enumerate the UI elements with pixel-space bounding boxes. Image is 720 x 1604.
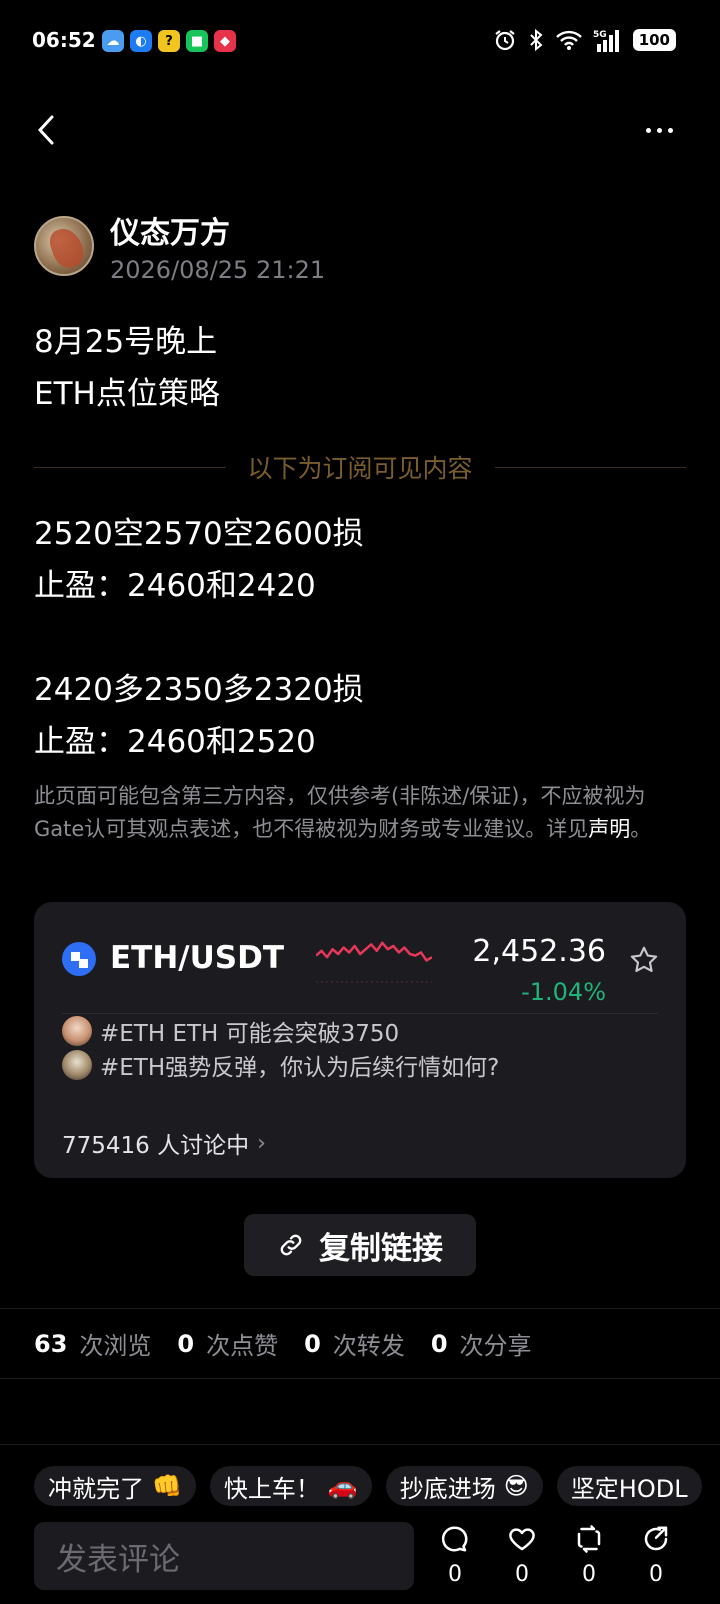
car-emoji-icon: 🚗	[327, 1472, 358, 1500]
wifi-icon	[555, 30, 582, 50]
battery-indicator: 100	[632, 29, 676, 51]
shares-label: 次分享	[459, 1332, 532, 1360]
quick-reply-chip[interactable]: 冲就完了 👊	[34, 1466, 196, 1506]
repost-button[interactable]: 0	[567, 1524, 611, 1587]
topic-item[interactable]: #ETH ETH 可能会突破3750	[62, 1014, 399, 1048]
views-label: 次浏览	[79, 1332, 152, 1360]
system-icons: 5G 100	[493, 28, 676, 52]
likes-count: 0	[177, 1329, 195, 1358]
divider	[0, 1444, 720, 1445]
game-app-icon: ?	[158, 30, 180, 52]
quick-reply-chip[interactable]: 坚定HODL	[556, 1466, 702, 1506]
quick-reply-text: 冲就完了	[48, 1474, 144, 1503]
sunglasses-emoji-icon: 😎	[503, 1472, 529, 1500]
strategy-line: 2520空2570空2600损	[34, 516, 364, 552]
post-title: 8月25号晚上 ETH点位策略	[34, 316, 220, 420]
more-dot-icon	[667, 127, 673, 133]
ticker-change: -1.04%	[521, 978, 606, 1006]
author-avatar[interactable]	[34, 216, 94, 276]
views-count: 63	[34, 1329, 68, 1358]
svg-text:5G: 5G	[593, 30, 607, 40]
topic-avatar	[62, 1050, 92, 1080]
author-name[interactable]: 仪态万方	[110, 208, 230, 252]
repost-icon	[577, 1525, 601, 1553]
comment-icon	[441, 1526, 468, 1552]
topic-text: #ETH ETH 可能会突破3750	[100, 1021, 400, 1047]
topic-item[interactable]: #ETH强势反弹，你认为后续行情如何?	[62, 1048, 499, 1082]
chevron-right-icon: ›	[257, 1130, 266, 1156]
chevron-left-icon	[37, 115, 54, 145]
post-stats: 63 次浏览 0 次点赞 0 次转发 0 次分享	[34, 1326, 544, 1361]
discussion-count: 775416 人讨论中	[62, 1133, 250, 1159]
quick-reply-text: 快上车！	[223, 1474, 320, 1503]
like-count: 0	[515, 1562, 529, 1587]
back-button[interactable]	[28, 108, 64, 152]
favorite-button[interactable]	[628, 944, 660, 976]
quick-reply-chip[interactable]: 快上车！ 🚗	[209, 1466, 372, 1506]
likes-label: 次点赞	[206, 1332, 279, 1360]
heart-icon	[509, 1528, 535, 1551]
reposts-count: 0	[304, 1329, 321, 1358]
more-dot-icon	[656, 127, 662, 133]
alarm-icon	[495, 30, 515, 51]
link-icon	[280, 1234, 302, 1256]
post-title-line: ETH点位策略	[34, 376, 220, 412]
weather-app-icon: ☁	[102, 30, 124, 52]
strategy-line: 止盈：2460和2420	[34, 568, 316, 604]
quick-reply-text: 坚定HODL	[570, 1474, 688, 1503]
trading-pair: ETH/USDT	[110, 940, 284, 976]
signal-icon: 5G	[593, 30, 619, 52]
more-dot-icon	[645, 127, 651, 133]
strategy-content: 2520空2570空2600损 止盈：2460和2420 2420多2350多2…	[34, 508, 364, 768]
status-bar: 06:52 ☁ ◐ ? ■ ◆ 5G 100	[0, 0, 720, 80]
gate-coin-icon	[62, 942, 96, 976]
disclaimer-link[interactable]: 声明	[588, 817, 630, 841]
like-button[interactable]: 0	[500, 1524, 544, 1587]
shares-count: 0	[430, 1329, 448, 1358]
copy-link-button[interactable]: 复制链接	[244, 1214, 476, 1276]
shopping-app-icon: ◆	[214, 30, 236, 52]
star-icon	[630, 946, 658, 972]
browser-app-icon: ◐	[130, 30, 152, 52]
share-icon	[644, 1526, 668, 1551]
bluetooth-icon	[529, 28, 543, 52]
strategy-line: 止盈：2460和2520	[34, 724, 316, 760]
quick-reply-text: 抄底进场	[399, 1474, 496, 1503]
copy-link-label: 复制链接	[319, 1230, 443, 1267]
topic-text: #ETH强势反弹，你认为后续行情如何?	[100, 1055, 500, 1081]
comment-input[interactable]: 发表评论	[34, 1522, 414, 1590]
discussion-count-link[interactable]: 775416 人讨论中 ›	[62, 1126, 266, 1160]
reposts-label: 次转发	[332, 1332, 405, 1360]
fist-emoji-icon: 👊	[152, 1472, 182, 1500]
strategy-line: 2420多2350多2320损	[34, 672, 364, 708]
divider	[0, 1378, 720, 1379]
disclaimer-text: 此页面可能包含第三方内容，仅供参考(非陈述/保证)，不应被视为Gate认可其观点…	[34, 780, 684, 846]
share-count: 0	[649, 1562, 663, 1587]
post-timestamp: 2026/08/25 21:21	[110, 256, 326, 284]
ticker-card[interactable]: ETH/USDT 2,452.36 -1.04% #ETH ETH 可能会突破3…	[34, 902, 686, 1178]
ticker-price: 2,452.36	[472, 934, 606, 969]
quick-reply-chip[interactable]: 抄底进场 😎	[385, 1466, 543, 1506]
share-button[interactable]: 0	[634, 1524, 678, 1587]
strategy-spacer	[34, 612, 364, 664]
notification-icons: ☁ ◐ ? ■ ◆	[102, 30, 236, 52]
wechat-app-icon: ■	[186, 30, 208, 52]
status-time: 06:52	[32, 28, 96, 52]
price-sparkline	[316, 941, 432, 983]
disclaimer-body: 此页面可能包含第三方内容，仅供参考(非陈述/保证)，不应被视为Gate认可其观点…	[34, 784, 646, 841]
disclaimer-end: 。	[630, 817, 652, 841]
comment-button[interactable]: 0	[433, 1524, 477, 1587]
sparkline-line	[316, 941, 432, 962]
post-title-line: 8月25号晚上	[34, 324, 218, 360]
topic-avatar	[62, 1016, 92, 1046]
subscriber-divider-label: 以下为订阅可见内容	[247, 454, 473, 483]
quick-reply-bar: 冲就完了 👊 快上车！ 🚗 抄底进场 😎 坚定HODL	[34, 1466, 702, 1506]
comment-count: 0	[448, 1562, 462, 1587]
subscriber-content-divider: 以下为订阅可见内容	[34, 450, 687, 484]
comment-placeholder: 发表评论	[56, 1541, 180, 1578]
repost-count: 0	[582, 1562, 596, 1587]
more-options-button[interactable]	[634, 112, 684, 148]
divider	[0, 1308, 720, 1309]
